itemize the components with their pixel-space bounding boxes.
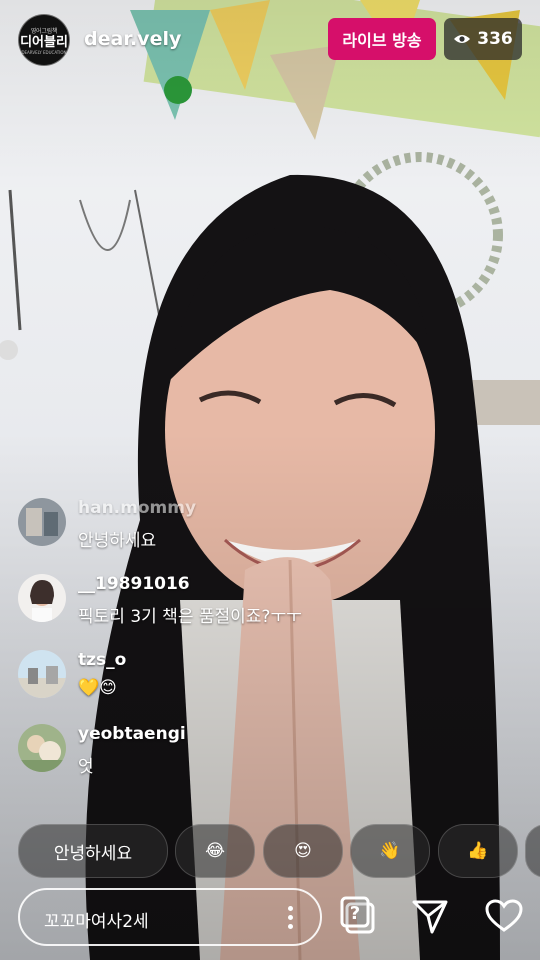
comment-text: 💛😊 xyxy=(78,678,117,698)
viewer-count: 336 xyxy=(477,29,513,49)
comment-username[interactable]: yeobtaengi xyxy=(78,724,186,744)
quick-reply-more[interactable] xyxy=(525,824,540,878)
live-badge: 라이브 방송 xyxy=(328,18,436,60)
live-header: 영어그림책 디어블리 DEARVELY EDUCATION dear.vely … xyxy=(18,14,522,66)
comment-avatar[interactable] xyxy=(18,574,66,622)
avatar-logo-sub-text: DEARVELY EDUCATION xyxy=(21,49,67,55)
comment-text: 안녕하세요 xyxy=(78,531,157,551)
questions-button[interactable]: ? xyxy=(336,892,384,940)
broadcaster-username[interactable]: dear.vely xyxy=(84,28,181,50)
comment-input-text: 꼬꼬마여사2세 xyxy=(44,912,149,932)
comment-item: han.mommy 안녕하세요 xyxy=(18,496,398,556)
broadcaster-avatar[interactable]: 영어그림책 디어블리 DEARVELY EDUCATION xyxy=(18,14,70,66)
quick-reply-heart-eyes[interactable]: 😍 xyxy=(263,824,343,878)
eye-icon xyxy=(454,35,471,43)
comment-text: 엇 xyxy=(78,757,94,777)
comment-username[interactable]: __19891016 xyxy=(78,574,190,594)
laughing-emoji-icon: 😂 xyxy=(205,841,225,861)
comment-input[interactable]: 꼬꼬마여사2세 xyxy=(18,888,322,946)
quick-reply-bar: 안녕하세요 😂 😍 👋 👍 xyxy=(18,824,540,878)
comment-text: 픽토리 3기 책은 품절이죠?ㅜㅜ xyxy=(78,607,302,627)
more-options-icon[interactable] xyxy=(288,906,294,933)
comment-item: tzs_o 💛😊 xyxy=(18,648,398,708)
share-button[interactable] xyxy=(406,892,454,940)
heart-icon xyxy=(485,899,523,932)
comment-item: __19891016 픽토리 3기 책은 품절이죠?ㅜㅜ xyxy=(18,572,398,632)
comment-avatar[interactable] xyxy=(18,724,66,772)
svg-text:?: ? xyxy=(350,903,360,924)
like-button[interactable] xyxy=(480,892,528,940)
comment-username[interactable]: han.mommy xyxy=(78,498,196,518)
comment-avatar[interactable] xyxy=(18,650,66,698)
quick-reply-laugh[interactable]: 😂 xyxy=(175,824,255,878)
avatar-logo-small-text: 영어그림책 xyxy=(30,27,58,35)
send-icon xyxy=(412,900,448,934)
quick-reply-greeting-label: 안녕하세요 xyxy=(53,843,133,864)
heart-eyes-emoji-icon: 😍 xyxy=(294,841,312,861)
comment-item: yeobtaengi 엇 xyxy=(18,722,398,782)
waving-hand-emoji-icon: 👋 xyxy=(379,841,401,861)
quick-reply-greeting[interactable]: 안녕하세요 xyxy=(18,824,168,878)
avatar-logo-main-text: 디어블리 xyxy=(20,34,68,50)
comment-username[interactable]: tzs_o xyxy=(78,650,126,670)
quick-reply-wave[interactable]: 👋 xyxy=(350,824,430,878)
live-badge-label: 라이브 방송 xyxy=(342,31,422,50)
comment-avatar[interactable] xyxy=(18,498,66,546)
live-video-frame xyxy=(0,0,540,960)
video-vignette-overlay xyxy=(0,0,540,960)
question-icon: ? xyxy=(340,896,375,934)
viewer-count-badge[interactable]: 336 xyxy=(444,18,522,60)
thumbs-up-emoji-icon: 👍 xyxy=(467,841,489,861)
quick-reply-thumbs-up[interactable]: 👍 xyxy=(438,824,518,878)
